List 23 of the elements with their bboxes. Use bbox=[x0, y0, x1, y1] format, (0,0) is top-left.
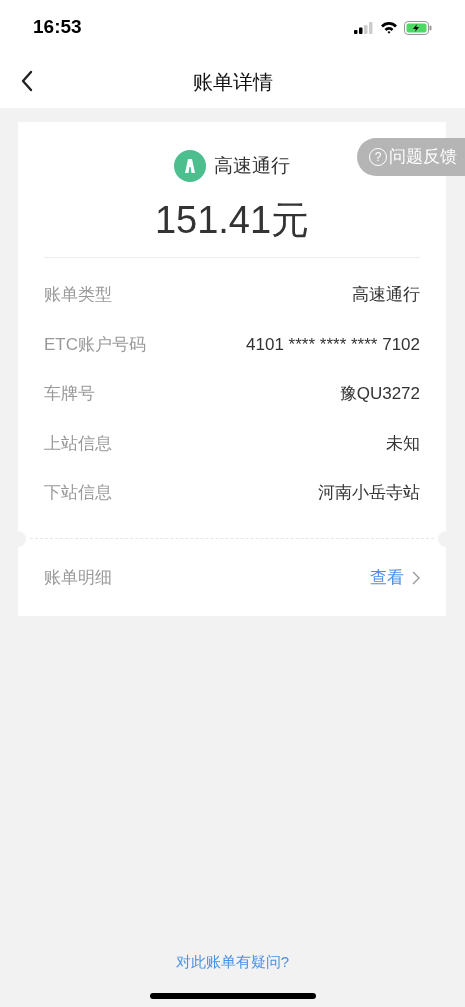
wifi-icon bbox=[380, 21, 398, 34]
feedback-button[interactable]: ? 问题反馈 bbox=[357, 138, 465, 176]
detail-label: 账单类型 bbox=[44, 284, 112, 306]
chevron-icon bbox=[412, 570, 420, 585]
detail-label: 下站信息 bbox=[44, 482, 112, 504]
view-link[interactable]: 查看 bbox=[370, 564, 420, 591]
detail-label: 上站信息 bbox=[44, 432, 112, 455]
signal-icon bbox=[354, 21, 374, 34]
detail-value: 未知 bbox=[386, 432, 420, 455]
detail-value: 4101 **** **** **** 7102 bbox=[246, 333, 420, 356]
amount: 151.41元 bbox=[154, 198, 310, 243]
detail-value: 河南小岳寺站 bbox=[318, 482, 420, 504]
question-link[interactable]: 对此账单有疑问? bbox=[175, 950, 290, 973]
status-time: 16:53 bbox=[33, 15, 82, 40]
battery-icon bbox=[404, 20, 432, 35]
category-title: 高速通行 bbox=[214, 153, 290, 178]
detail-value: 高速通行 bbox=[352, 284, 420, 306]
detail-value: 豫QU3272 bbox=[339, 383, 420, 405]
bill-items-label: 账单明细 bbox=[44, 566, 112, 589]
detail-label: 车牌号 bbox=[44, 383, 95, 405]
page-title: 账单详情 bbox=[192, 69, 273, 95]
road-icon bbox=[174, 150, 206, 182]
detail-label: ETC账户号码 bbox=[44, 333, 146, 356]
